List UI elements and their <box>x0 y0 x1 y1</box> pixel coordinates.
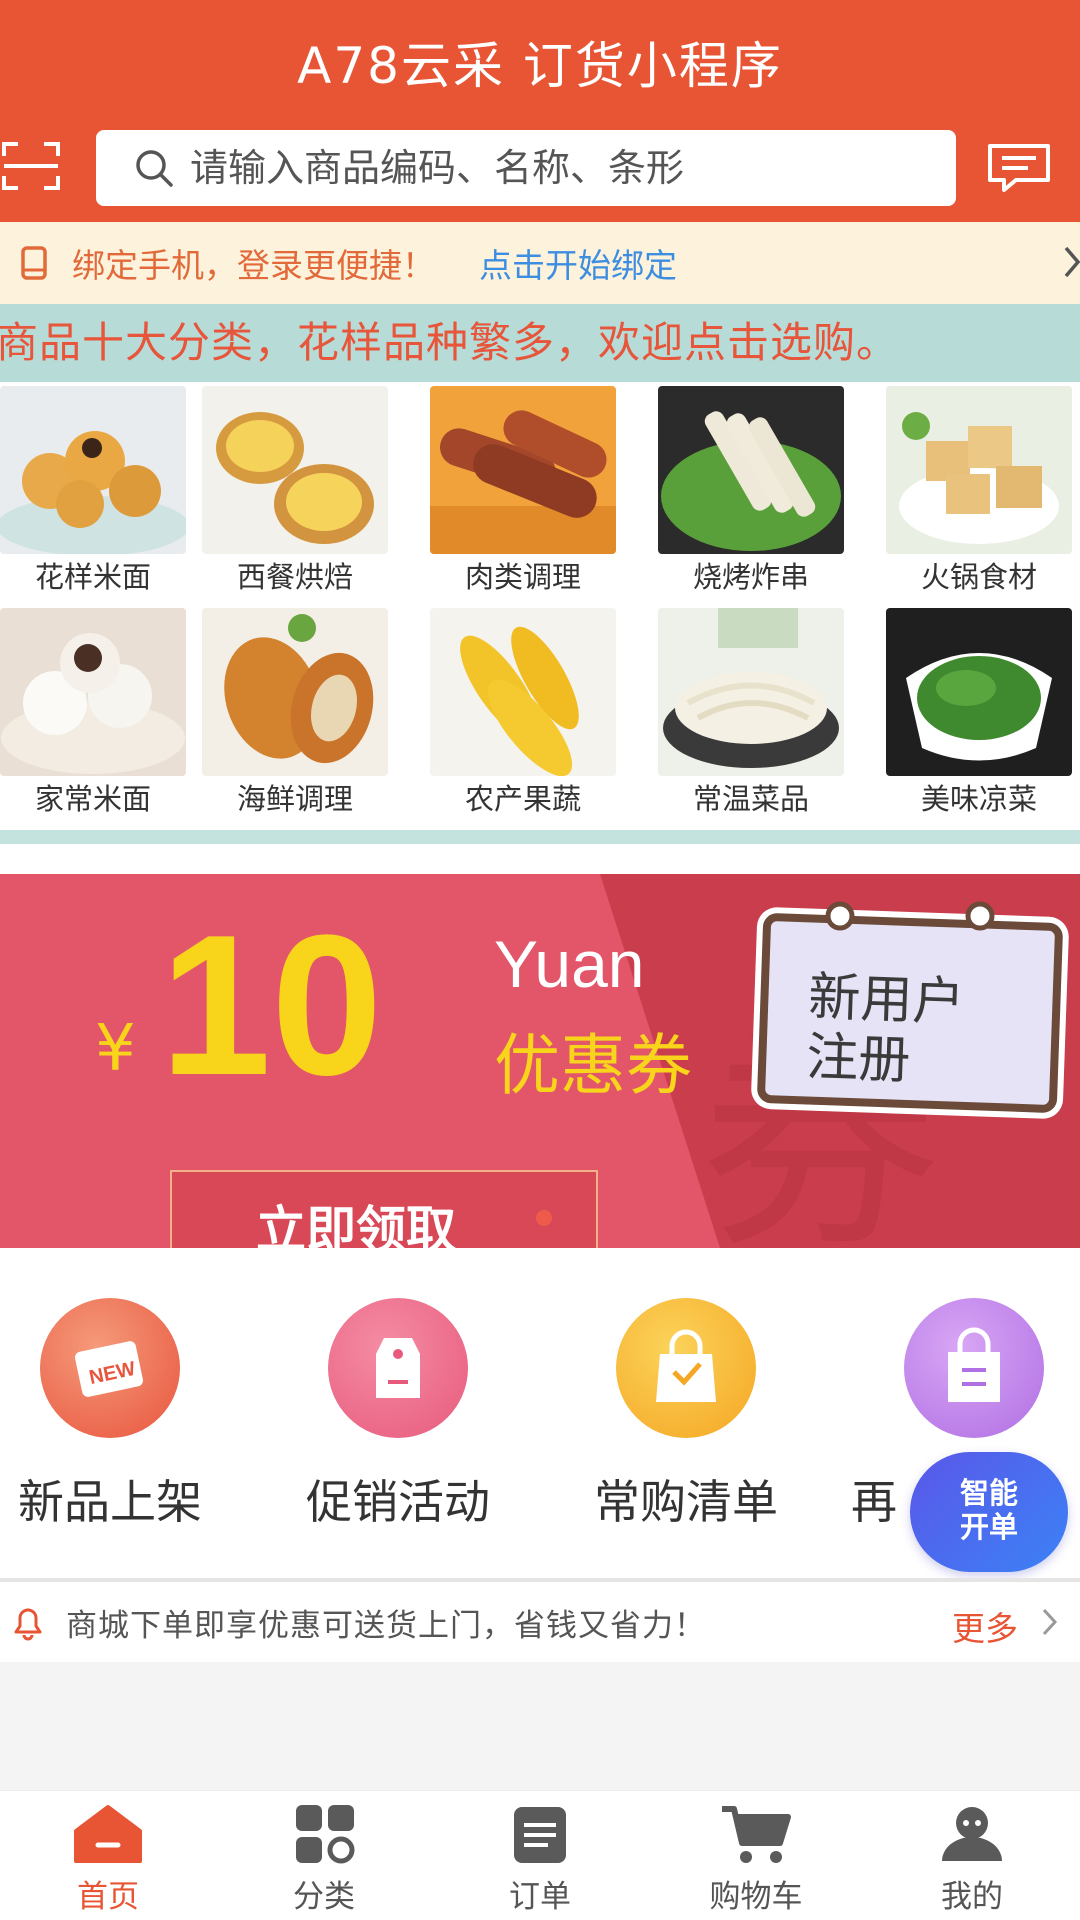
bind-phone-bar[interactable]: 绑定手机，登录更便捷！ 点击开始绑定 <box>0 222 1080 304</box>
smart-order-line-1: 智能 <box>959 1476 1018 1510</box>
nav-cart[interactable]: 购物车 <box>648 1791 864 1920</box>
category-image <box>430 608 616 776</box>
nav-label: 首页 <box>77 1879 139 1915</box>
claim-coupon-label: 立即领取 <box>256 1201 456 1248</box>
new-user-coupon-banner[interactable]: 券 ¥ 10 Yuan 优惠券 新用户 注册 立即领取 <box>0 844 1080 1248</box>
chevron-right-icon <box>1064 246 1080 278</box>
new-tag-icon: NEW <box>40 1298 180 1438</box>
category-item-meiwei-liangcai[interactable]: 美味凉菜 <box>886 604 1072 816</box>
coupon-currency: ¥ <box>95 1012 136 1086</box>
bell-icon <box>14 1608 42 1641</box>
category-item-huoguo-shicai[interactable]: 火锅食材 <box>886 382 1072 594</box>
category-icon <box>296 1805 355 1864</box>
category-item-jiachang-mimian[interactable]: 家常米面 <box>0 604 186 816</box>
nav-orders[interactable]: 订单 <box>432 1791 648 1920</box>
category-item-changwen-caipin[interactable]: 常温菜品 <box>658 604 844 816</box>
category-grid: 花样米面 西餐烘焙 肉类调理 烧烤炸串 火锅食材 家常米面 海鲜调理 农产果蔬 … <box>0 382 1080 830</box>
nav-label: 购物车 <box>709 1879 803 1915</box>
nav-label: 分类 <box>293 1879 355 1915</box>
message-icon[interactable] <box>986 142 1052 194</box>
bind-phone-link[interactable]: 点击开始绑定 <box>479 239 677 287</box>
coupon-unit: Yuan <box>494 927 645 1001</box>
app-header: A78云采 订货小程序 <box>0 0 1080 222</box>
category-label: 火锅食材 <box>920 560 1037 594</box>
quick-link-new-arrivals[interactable]: NEW 新品上架 <box>0 1298 202 1548</box>
more-link[interactable]: 更多 <box>952 1602 1018 1650</box>
category-item-nongchan-guoshu[interactable]: 农产果蔬 <box>430 604 616 816</box>
price-tag-icon <box>328 1298 468 1438</box>
smart-order-button[interactable]: 智能 开单 <box>910 1452 1068 1572</box>
bind-phone-text: 绑定手机，登录更便捷！ <box>72 246 435 285</box>
category-label: 肉类调理 <box>464 560 581 594</box>
quick-link-frequent-list[interactable]: 常购清单 <box>576 1298 778 1548</box>
quick-link-label: 常购清单 <box>594 1475 778 1529</box>
search-input[interactable] <box>190 146 890 190</box>
section-divider <box>0 830 1080 844</box>
claim-coupon-button[interactable]: 立即领取 <box>170 1170 598 1248</box>
nav-home[interactable]: 首页 <box>0 1791 216 1920</box>
category-label: 美味凉菜 <box>920 782 1037 816</box>
bottom-nav: 首页 分类 订单 购物车 我的 <box>0 1790 1080 1920</box>
nav-label: 我的 <box>941 1879 1003 1915</box>
sign-line-2: 注册 <box>805 1027 912 1092</box>
cart-icon <box>722 1806 791 1863</box>
nav-profile[interactable]: 我的 <box>864 1791 1080 1920</box>
order-icon <box>514 1807 566 1863</box>
quick-link-label: 促销活动 <box>306 1475 490 1529</box>
category-item-huayang-mimian[interactable]: 花样米面 <box>0 382 186 594</box>
empty-content-area <box>0 1662 1080 1790</box>
coupon-amount: 10 <box>160 894 383 1117</box>
category-label: 常温菜品 <box>692 782 809 816</box>
promo-marquee: 商品十大分类，花样品种繁多，欢迎点击选购。 <box>0 304 1080 382</box>
category-image <box>202 608 388 776</box>
category-label: 农产果蔬 <box>464 782 581 816</box>
quick-link-label: 新品上架 <box>18 1475 202 1529</box>
category-item-roulei-tiaoli[interactable]: 肉类调理 <box>430 382 616 594</box>
category-image <box>886 608 1072 776</box>
shopping-bag-icon <box>616 1298 756 1438</box>
category-label: 花样米面 <box>34 560 151 594</box>
category-image <box>658 608 844 776</box>
category-image <box>0 386 186 554</box>
chevron-right-icon <box>1042 1608 1058 1636</box>
category-label: 家常米面 <box>34 782 151 816</box>
app-title: A78云采 订货小程序 <box>297 37 783 95</box>
category-label: 西餐烘焙 <box>236 560 353 594</box>
reorder-bag-icon <box>904 1298 1044 1438</box>
sign-hook-icon <box>825 901 995 931</box>
category-item-haixian-tiaoli[interactable]: 海鲜调理 <box>202 604 388 816</box>
category-image <box>0 608 186 776</box>
category-image <box>658 386 844 554</box>
marquee-text: 商品十大分类，花样品种繁多，欢迎点击选购。 <box>0 318 900 367</box>
quick-link-promotions[interactable]: 促销活动 <box>288 1298 490 1548</box>
search-bar[interactable] <box>96 130 956 206</box>
search-icon <box>136 150 173 187</box>
category-image <box>202 386 388 554</box>
nav-category[interactable]: 分类 <box>216 1791 432 1920</box>
smart-order-line-2: 开单 <box>959 1510 1018 1544</box>
dot-icon <box>536 1210 552 1226</box>
home-icon <box>74 1805 142 1863</box>
category-item-xican-hongbei[interactable]: 西餐烘焙 <box>202 382 388 594</box>
notice-bar[interactable]: 商城下单即享优惠可送货上门，省钱又省力！ 更多 <box>0 1582 1080 1662</box>
phone-icon <box>21 246 47 280</box>
category-image <box>886 386 1072 554</box>
profile-icon <box>942 1807 1002 1861</box>
category-label: 海鲜调理 <box>236 782 353 816</box>
coupon-label: 优惠券 <box>494 1027 692 1104</box>
category-label: 烧烤炸串 <box>692 560 809 594</box>
category-item-shaokao-zhachuan[interactable]: 烧烤炸串 <box>658 382 844 594</box>
notice-text: 商城下单即享优惠可送货上门，省钱又省力！ <box>66 1607 706 1644</box>
scan-icon[interactable] <box>0 140 62 192</box>
nav-label: 订单 <box>509 1879 571 1915</box>
category-image <box>430 386 616 554</box>
